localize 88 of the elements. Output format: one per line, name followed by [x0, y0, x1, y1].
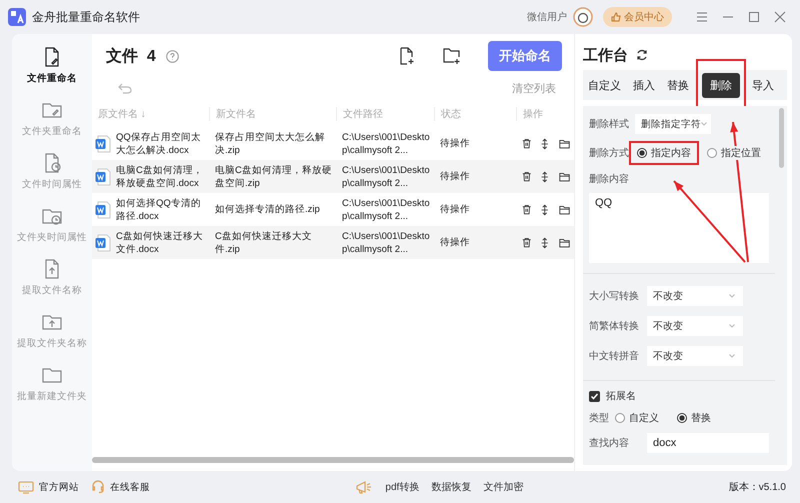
file-path: C:\Users\001\Desktop\callmysoft 2... — [341, 196, 431, 222]
folder-icon[interactable] — [558, 236, 570, 248]
vertical-scrollbar[interactable] — [779, 108, 784, 168]
headset-icon — [91, 480, 105, 494]
maximize-icon[interactable] — [748, 11, 760, 23]
checkmark-icon — [590, 392, 599, 400]
chevron-down-icon — [729, 354, 735, 358]
footer-tool-link[interactable]: 数据恢复 — [431, 480, 472, 494]
conversion-dropdown[interactable]: 不改变 — [647, 346, 743, 366]
add-folder-icon[interactable] — [442, 47, 462, 65]
version-text: 版本：v5.1.0 — [728, 480, 786, 494]
field-label: 类型 — [589, 412, 609, 425]
field-label: 简繁体转换 — [589, 320, 640, 333]
new-file-name: C盘如何快速迁移大文件.zip — [214, 230, 313, 256]
horizontal-scrollbar[interactable] — [92, 457, 574, 463]
chevron-down-icon — [729, 294, 735, 298]
field-label: 中文转拼音 — [589, 350, 640, 363]
monitor-icon — [18, 480, 34, 494]
word-document-icon — [95, 200, 111, 218]
sidebar-item[interactable]: 文件重命名 — [12, 46, 92, 85]
panel-title: 工作台 — [583, 46, 628, 64]
footer-tool-link[interactable]: 文件加密 — [483, 480, 524, 494]
field-label: 删除内容 — [589, 172, 630, 186]
footer-link[interactable]: 官方网站 — [18, 480, 79, 494]
field-label: 删除方式 — [589, 146, 629, 160]
add-file-icon[interactable] — [398, 47, 416, 65]
tab[interactable]: 插入 — [630, 74, 658, 96]
field-label: 删除样式 — [589, 118, 629, 131]
move-icon[interactable] — [540, 236, 550, 250]
field-label: 大小写转换 — [589, 290, 640, 303]
chevron-down-icon — [729, 324, 735, 328]
status-text: 待操作 — [439, 236, 471, 249]
help-icon[interactable] — [166, 50, 179, 62]
file-path: C:\Users\001\Desktop\callmysoft 2... — [341, 130, 431, 156]
file-count-title: 文件 4 — [106, 46, 156, 66]
window-title: 金舟批量重命名软件 — [32, 8, 140, 26]
original-file-name: C盘如何快速迁移大文件.docx — [116, 230, 204, 256]
delete-icon[interactable] — [522, 170, 532, 183]
user-name: 微信用户 — [527, 10, 567, 24]
app-logo-icon — [8, 8, 26, 26]
status-text: 待操作 — [439, 203, 471, 216]
original-file-name: 如何选择QQ专清的路径.docx — [116, 196, 202, 222]
word-document-icon — [95, 234, 111, 252]
avatar-icon[interactable] — [573, 7, 593, 27]
move-icon[interactable] — [540, 202, 550, 216]
original-file-name: QQ保存占用空间太大怎么解决.docx — [116, 130, 202, 156]
radio-option[interactable]: 替换 — [677, 411, 711, 425]
menu-icon[interactable] — [696, 11, 708, 23]
word-document-icon — [95, 134, 111, 152]
original-file-name: 电脑C盘如何清理，释放硬盘空间.docx — [116, 164, 204, 190]
status-text: 待操作 — [439, 137, 471, 150]
folder-icon[interactable] — [558, 138, 570, 150]
field-label: 查找内容 — [589, 436, 630, 450]
delete-content-field[interactable]: QQ — [589, 193, 769, 263]
conversion-dropdown[interactable]: 不改变 — [647, 316, 743, 336]
status-text: 待操作 — [439, 170, 471, 183]
file-path: C:\Users\001\Desktop\callmysoft 2... — [341, 230, 431, 256]
new-file-name: 如何选择专清的路径.zip — [214, 203, 321, 216]
move-icon[interactable] — [540, 170, 550, 184]
delete-icon[interactable] — [522, 236, 532, 249]
new-file-name: 电脑C盘如何清理，释放硬盘空间.zip — [214, 164, 333, 190]
megaphone-icon — [355, 479, 374, 495]
new-file-name: 保存占用空间太大怎么解决.zip — [214, 130, 326, 156]
delete-icon[interactable] — [522, 203, 532, 216]
conversion-dropdown[interactable]: 不改变 — [647, 286, 743, 306]
tab[interactable]: 自定义 — [585, 74, 624, 96]
footer-link[interactable]: 在线客服 — [91, 480, 150, 494]
thumbs-up-icon — [611, 12, 621, 22]
find-content-field[interactable]: docx — [647, 433, 769, 453]
start-rename-button[interactable]: 开始命名 — [488, 41, 562, 71]
tab[interactable]: 删除 — [702, 72, 740, 98]
move-icon[interactable] — [540, 136, 550, 150]
word-document-icon — [95, 168, 111, 186]
file-path: C:\Users\001\Desktop\callmysoft 2... — [341, 164, 431, 190]
radio-option[interactable]: 指定位置 — [707, 146, 761, 160]
tab[interactable]: 导入 — [749, 74, 777, 96]
refresh-icon[interactable] — [636, 49, 648, 61]
radio-option[interactable]: 指定内容 — [637, 146, 691, 160]
delete-style-dropdown[interactable]: 删除指定字符 — [635, 114, 711, 134]
footer-tool-link[interactable]: pdf转换 — [385, 480, 420, 494]
radio-option[interactable]: 自定义 — [615, 411, 659, 425]
close-icon[interactable] — [774, 11, 786, 23]
tab[interactable]: 替换 — [664, 74, 692, 96]
folder-icon[interactable] — [558, 204, 570, 216]
chevron-down-icon — [701, 122, 707, 126]
extension-checkbox[interactable]: 拓展名 — [589, 389, 769, 403]
delete-icon[interactable] — [522, 137, 532, 150]
folder-icon[interactable] — [558, 170, 570, 182]
